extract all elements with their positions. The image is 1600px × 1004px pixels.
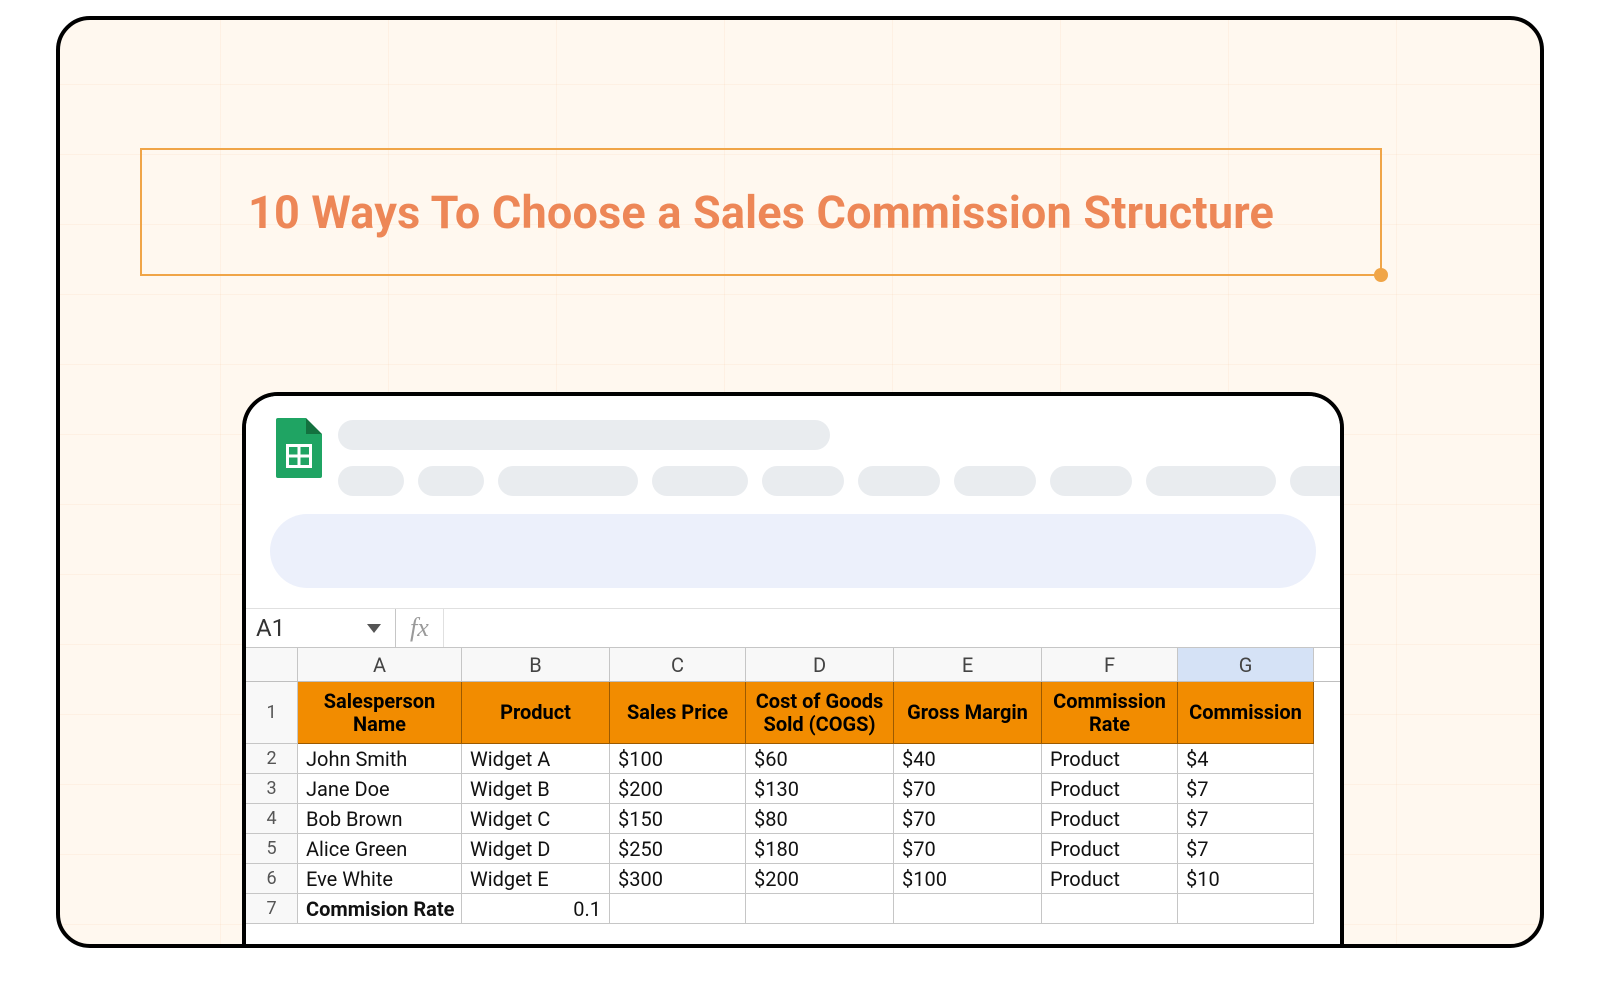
cell[interactable] (610, 894, 746, 924)
cell[interactable]: $180 (746, 834, 894, 864)
cell[interactable]: Widget B (462, 774, 610, 804)
slide-frame: 10 Ways To Choose a Sales Commission Str… (56, 16, 1544, 948)
cell[interactable] (1042, 894, 1178, 924)
skeleton-pill (418, 466, 484, 496)
skeleton-pill (652, 466, 748, 496)
cell[interactable]: $40 (894, 744, 1042, 774)
table-row: 4Bob BrownWidget C$150$80$70Product$7 (246, 804, 1340, 834)
caret-down-icon[interactable] (367, 624, 381, 633)
header-cell[interactable]: Sales Price (610, 682, 746, 744)
header-cell[interactable]: Gross Margin (894, 682, 1042, 744)
row-number[interactable]: 7 (246, 894, 298, 924)
cell[interactable]: $7 (1178, 804, 1314, 834)
col-header-D[interactable]: D (746, 648, 894, 681)
selection-handle-icon[interactable] (1374, 268, 1388, 282)
cell[interactable]: Widget A (462, 744, 610, 774)
cell[interactable]: Product (1042, 774, 1178, 804)
cell[interactable]: $80 (746, 804, 894, 834)
table-row: 2John SmithWidget A$100$60$40Product$4 (246, 744, 1340, 774)
table-row: 5Alice GreenWidget D$250$180$70Product$7 (246, 834, 1340, 864)
cell[interactable]: $200 (746, 864, 894, 894)
row-number[interactable]: 2 (246, 744, 298, 774)
cell[interactable] (1178, 894, 1314, 924)
row-number[interactable]: 4 (246, 804, 298, 834)
cell[interactable]: Product (1042, 864, 1178, 894)
spreadsheet-frame: A1 fx A B C D E F G 1 Salesperson Name (242, 392, 1344, 948)
cell[interactable]: $4 (1178, 744, 1314, 774)
slide-title: 10 Ways To Choose a Sales Commission Str… (248, 186, 1274, 239)
col-header-B[interactable]: B (462, 648, 610, 681)
cell[interactable]: $7 (1178, 834, 1314, 864)
row-number[interactable]: 6 (246, 864, 298, 894)
cell[interactable] (894, 894, 1042, 924)
select-all-corner[interactable] (246, 648, 298, 681)
cell[interactable]: John Smith (298, 744, 462, 774)
skeleton-pill (858, 466, 940, 496)
formula-bar-row: A1 fx (246, 608, 1340, 648)
cell[interactable]: $100 (610, 744, 746, 774)
skeleton-pill (498, 466, 638, 496)
skeleton-title (338, 420, 830, 450)
skeleton-pill (762, 466, 844, 496)
skeleton-pill (338, 466, 404, 496)
cell[interactable]: $70 (894, 774, 1042, 804)
header-cell[interactable]: Product (462, 682, 610, 744)
cell[interactable]: Product (1042, 804, 1178, 834)
name-box[interactable]: A1 (246, 609, 396, 647)
google-sheets-icon (276, 418, 322, 478)
header-cell[interactable]: Commission (1178, 682, 1314, 744)
name-box-value: A1 (256, 614, 285, 642)
cell[interactable]: Widget C (462, 804, 610, 834)
cell[interactable]: Commision Rate (298, 894, 462, 924)
skeleton-toolbar (270, 514, 1316, 588)
spreadsheet-header (246, 396, 1340, 608)
fx-label: fx (396, 609, 444, 647)
skeleton-pill (1050, 466, 1132, 496)
column-header-row: A B C D E F G (246, 648, 1340, 682)
cell[interactable]: $150 (610, 804, 746, 834)
cell[interactable]: Jane Doe (298, 774, 462, 804)
row-number[interactable]: 5 (246, 834, 298, 864)
header-cell[interactable]: Salesperson Name (298, 682, 462, 744)
cell[interactable]: Widget D (462, 834, 610, 864)
cell[interactable]: Product (1042, 834, 1178, 864)
cell[interactable]: $200 (610, 774, 746, 804)
cell[interactable]: $70 (894, 804, 1042, 834)
row-number[interactable]: 1 (246, 682, 298, 744)
col-header-G[interactable]: G (1178, 648, 1314, 681)
table-header-row: 1 Salesperson Name Product Sales Price C… (246, 682, 1340, 744)
skeleton-menu-row (338, 466, 1344, 496)
cell[interactable]: Bob Brown (298, 804, 462, 834)
cell[interactable]: $60 (746, 744, 894, 774)
cell[interactable]: $70 (894, 834, 1042, 864)
table-row: 7 Commision Rate 0.1 (246, 894, 1340, 924)
cell[interactable]: $7 (1178, 774, 1314, 804)
cell[interactable]: 0.1 (462, 894, 610, 924)
cell[interactable]: $250 (610, 834, 746, 864)
title-box[interactable]: 10 Ways To Choose a Sales Commission Str… (140, 148, 1382, 276)
cell[interactable]: Widget E (462, 864, 610, 894)
skeleton-pill (1146, 466, 1276, 496)
skeleton-pill (954, 466, 1036, 496)
cell[interactable]: Alice Green (298, 834, 462, 864)
row-number[interactable]: 3 (246, 774, 298, 804)
cell[interactable]: Product (1042, 744, 1178, 774)
col-header-F[interactable]: F (1042, 648, 1178, 681)
formula-input[interactable] (444, 609, 1340, 647)
cell[interactable] (746, 894, 894, 924)
col-header-E[interactable]: E (894, 648, 1042, 681)
cell[interactable]: $10 (1178, 864, 1314, 894)
cell[interactable]: $300 (610, 864, 746, 894)
col-header-C[interactable]: C (610, 648, 746, 681)
skeleton-pill (1290, 466, 1344, 496)
cell[interactable]: $100 (894, 864, 1042, 894)
col-header-A[interactable]: A (298, 648, 462, 681)
header-cell[interactable]: Commission Rate (1042, 682, 1178, 744)
header-cell[interactable]: Cost of Goods Sold (COGS) (746, 682, 894, 744)
cell[interactable]: $130 (746, 774, 894, 804)
table-row: 6Eve WhiteWidget E$300$200$100Product$10 (246, 864, 1340, 894)
table-row: 3Jane DoeWidget B$200$130$70Product$7 (246, 774, 1340, 804)
cell[interactable]: Eve White (298, 864, 462, 894)
